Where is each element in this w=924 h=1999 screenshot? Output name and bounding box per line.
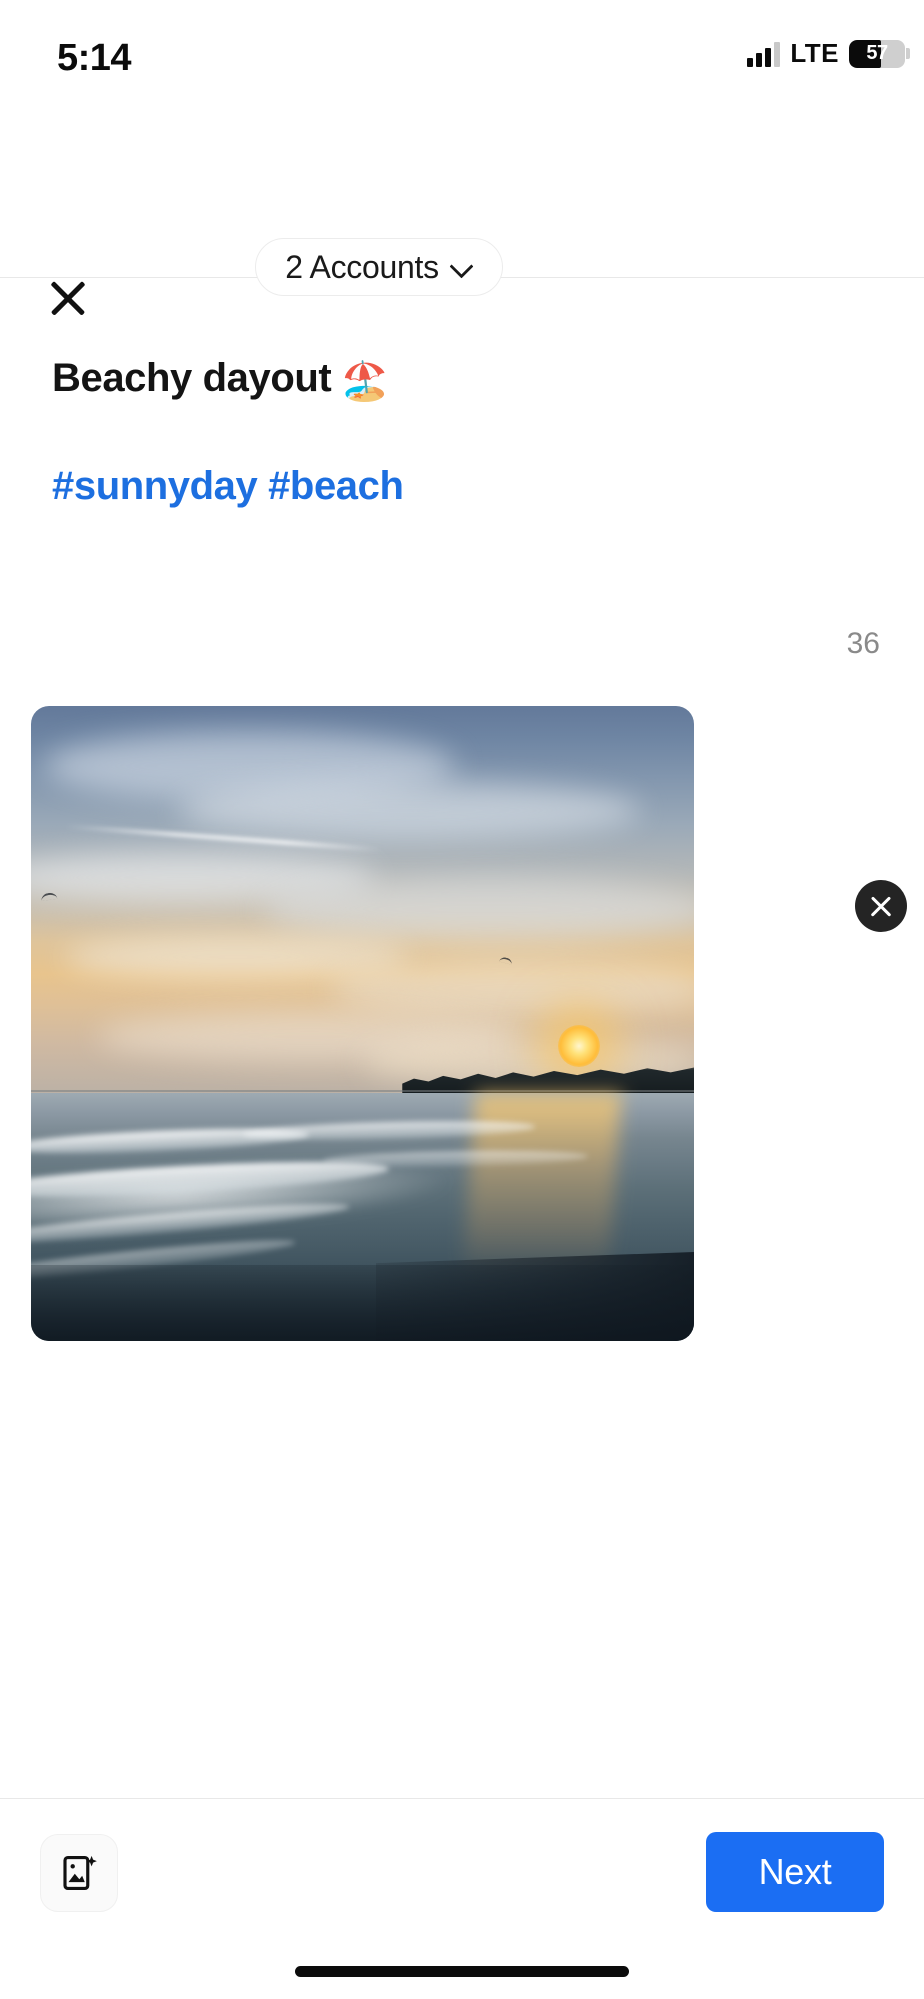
battery-icon: 57 (849, 39, 910, 68)
composer-bottom-bar: Next (0, 1798, 924, 1999)
accounts-selector-button[interactable]: 2 Accounts (255, 238, 503, 296)
status-bar-time: 5:14 (57, 37, 132, 79)
accounts-selector-label: 2 Accounts (285, 248, 439, 285)
character-count-label: 36 (846, 627, 880, 660)
beach-sunset-photo (31, 706, 694, 1341)
network-type-label: LTE (790, 38, 839, 68)
add-image-icon (63, 1855, 97, 1890)
status-bar: 5:14 LTE 57 (0, 0, 924, 108)
close-icon[interactable] (43, 273, 93, 323)
compose-post-screen: 5:14 LTE 57 2 Accounts Beachy dayout🏖️ (0, 0, 924, 1999)
home-indicator (295, 1966, 629, 1977)
add-image-button[interactable] (40, 1834, 118, 1912)
post-hashtags[interactable]: #sunnyday #beach (52, 464, 404, 509)
remove-media-button[interactable] (855, 880, 907, 932)
next-button-label: Next (758, 1851, 832, 1892)
attached-media-thumbnail[interactable] (31, 706, 694, 1341)
battery-percent-label: 57 (866, 42, 888, 64)
cellular-signal-icon (747, 41, 781, 67)
status-bar-indicators: LTE 57 (747, 38, 910, 69)
chevron-down-icon (451, 256, 473, 278)
compose-header: 2 Accounts (0, 108, 924, 296)
beach-umbrella-emoji: 🏖️ (341, 361, 389, 403)
next-button[interactable]: Next (706, 1832, 884, 1912)
post-caption-text: Beachy dayout (52, 356, 332, 400)
post-caption-title[interactable]: Beachy dayout 🏖️ (52, 356, 389, 404)
